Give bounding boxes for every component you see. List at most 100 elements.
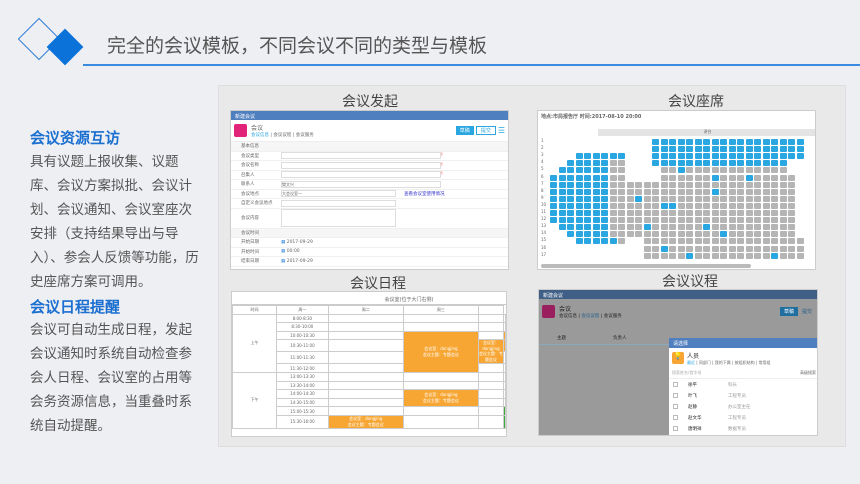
seat[interactable] [712,210,719,216]
tab-agenda[interactable]: 会议议程 [581,314,599,319]
seat[interactable] [669,224,676,230]
schedule-cell[interactable] [403,323,478,332]
seat[interactable] [754,160,761,166]
seat[interactable] [712,238,719,244]
seat[interactable] [712,153,719,159]
seat[interactable] [780,160,787,166]
seat[interactable] [661,146,668,152]
seat[interactable] [593,231,600,237]
seat[interactable] [576,175,583,181]
tab-service[interactable]: 会议服务 [604,314,622,319]
seat[interactable] [610,189,617,195]
seat[interactable] [695,238,702,244]
seat[interactable] [703,167,710,173]
seat[interactable] [601,210,608,216]
seat[interactable] [703,210,710,216]
seat[interactable] [601,231,608,237]
seat[interactable] [754,153,761,159]
seat[interactable] [661,167,668,173]
seat[interactable] [746,210,753,216]
seat[interactable] [635,217,642,223]
seat[interactable] [635,224,642,230]
seat[interactable] [729,189,736,195]
seat[interactable] [652,231,659,237]
seat[interactable] [746,160,753,166]
seat[interactable] [686,182,693,188]
seat[interactable] [601,153,608,159]
seat[interactable] [652,189,659,195]
seat[interactable] [678,231,685,237]
seat[interactable] [652,153,659,159]
seat[interactable] [610,153,617,159]
seat[interactable] [584,224,591,230]
seat[interactable] [567,196,574,202]
schedule-cell[interactable] [328,323,403,332]
seat[interactable] [788,153,795,159]
seat[interactable] [712,139,719,145]
seat[interactable] [567,203,574,209]
seat[interactable] [635,210,642,216]
seat[interactable] [746,231,753,237]
seat[interactable] [780,231,787,237]
seat[interactable] [720,146,727,152]
seat[interactable] [593,182,600,188]
seat[interactable] [737,231,744,237]
seat[interactable] [780,217,787,223]
seat[interactable] [686,203,693,209]
seat[interactable] [746,146,753,152]
seat[interactable] [703,189,710,195]
seat[interactable] [652,210,659,216]
seat[interactable] [729,203,736,209]
seat[interactable] [559,196,566,202]
seat[interactable] [780,189,787,195]
seat[interactable] [695,182,702,188]
seat[interactable] [661,196,668,202]
checkbox[interactable] [673,404,678,409]
seat[interactable] [661,160,668,166]
seat[interactable] [686,210,693,216]
seat[interactable] [593,224,600,230]
seat[interactable] [618,210,625,216]
schedule-cell[interactable] [503,340,505,352]
seat[interactable] [746,238,753,244]
schedule-event[interactable]: 会议室：dongjing 会议主题：专题会议 [403,331,478,372]
seat[interactable] [763,182,770,188]
seat[interactable] [746,196,753,202]
seat[interactable] [678,253,685,259]
seat[interactable] [686,175,693,181]
seat[interactable] [576,224,583,230]
seat[interactable] [797,238,804,244]
seat[interactable] [763,246,770,252]
seat[interactable] [780,196,787,202]
seat[interactable] [703,253,710,259]
seat[interactable] [720,253,727,259]
checkbox[interactable] [673,426,678,431]
seat[interactable] [754,238,761,244]
seat[interactable] [593,175,600,181]
seat[interactable] [644,253,651,259]
schedule-cell[interactable] [328,407,403,416]
seat[interactable] [703,196,710,202]
seat[interactable] [712,246,719,252]
seat[interactable] [720,139,727,145]
seat[interactable] [661,203,668,209]
seat[interactable] [661,189,668,195]
seat[interactable] [763,167,770,173]
checkbox[interactable] [673,382,678,387]
seat[interactable] [737,160,744,166]
seat[interactable] [559,203,566,209]
tab-service[interactable]: 会议服务 [296,133,314,138]
seat[interactable] [567,210,574,216]
seat[interactable] [695,167,702,173]
room-usage-link[interactable]: 查看会议室使用情况 [404,191,445,197]
seat[interactable] [635,203,642,209]
seat[interactable] [593,167,600,173]
seat[interactable] [610,167,617,173]
seat[interactable] [763,203,770,209]
draft-button[interactable]: 草稿 [780,307,798,316]
submit-button[interactable]: 提交 [800,307,814,316]
seat[interactable] [737,189,744,195]
seat[interactable] [678,189,685,195]
seat[interactable] [695,224,702,230]
seat[interactable] [567,160,574,166]
